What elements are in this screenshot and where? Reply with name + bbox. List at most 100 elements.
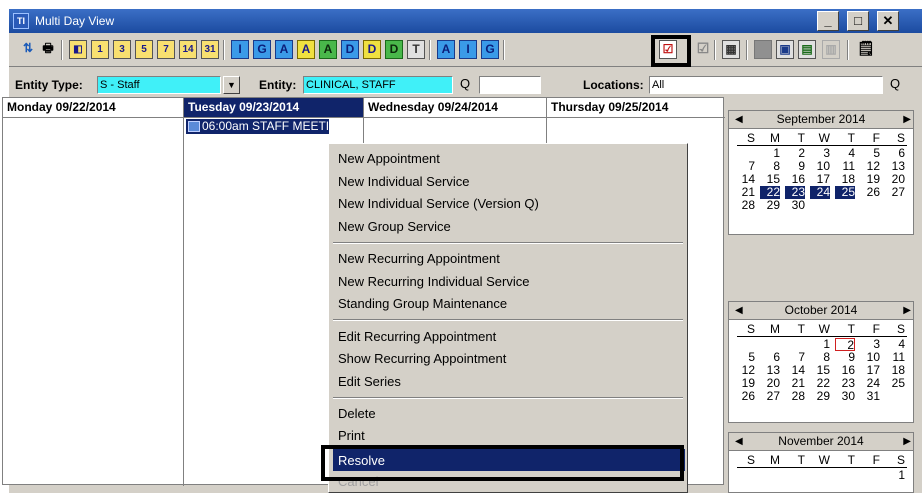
- day-header[interactable]: Wednesday 09/24/2014: [364, 98, 546, 118]
- calendar-day[interactable]: 26: [735, 390, 755, 403]
- locations-label: Locations:: [583, 78, 644, 92]
- calendar-day-icon[interactable]: ◧: [69, 40, 87, 59]
- weekday-label: W: [818, 453, 830, 467]
- calendar-october: ◀ October 2014 ▶ S M T W T F S 1 2 3 4 5 6 7 8 9 10 11 12 1…: [728, 301, 914, 423]
- day-5-icon[interactable]: 5: [135, 40, 153, 59]
- menu-item-edit-recurring-appointment[interactable]: Edit Recurring Appointment: [338, 329, 496, 344]
- menu-item-print[interactable]: Print: [338, 428, 365, 443]
- menu-item-new-recurring-appointment[interactable]: New Recurring Appointment: [338, 251, 500, 266]
- filter-D-yellow-icon[interactable]: D: [363, 40, 381, 59]
- locations-field[interactable]: All: [649, 76, 883, 94]
- filter-G2-icon[interactable]: G: [481, 40, 499, 59]
- day-header-selected[interactable]: Tuesday 09/23/2014: [184, 98, 363, 118]
- calendar-day[interactable]: 24: [810, 186, 830, 199]
- day-header[interactable]: Monday 09/22/2014: [3, 98, 183, 118]
- calendar-day[interactable]: 29: [810, 390, 830, 403]
- entity-extra-field[interactable]: [479, 76, 541, 94]
- entity-type-dropdown-icon[interactable]: ▼: [223, 76, 240, 94]
- blank-icon[interactable]: [754, 40, 772, 59]
- weekday-label: S: [896, 453, 905, 467]
- calendar-day[interactable]: 25: [885, 377, 905, 390]
- disabled-icon[interactable]: ▥: [822, 40, 840, 59]
- entity-label: Entity:: [259, 78, 297, 92]
- minimize-button[interactable]: _: [817, 11, 839, 31]
- print-icon[interactable]: 🖶: [39, 40, 57, 59]
- day-7-icon[interactable]: 7: [157, 40, 175, 59]
- filter-I2-icon[interactable]: I: [459, 40, 477, 59]
- entity-field[interactable]: CLINICAL, STAFF: [303, 76, 453, 94]
- weekday-label: T: [797, 453, 805, 467]
- day-1-icon[interactable]: 1: [91, 40, 109, 59]
- calendar-day[interactable]: 26: [860, 186, 880, 199]
- filter-G-icon[interactable]: G: [253, 40, 271, 59]
- filter-I-icon[interactable]: I: [231, 40, 249, 59]
- day-31-icon[interactable]: 31: [201, 40, 219, 59]
- weekday-label: T: [847, 453, 855, 467]
- toolbar-separator: [714, 40, 716, 60]
- prev-month-icon[interactable]: ◀: [735, 111, 743, 128]
- weekday-label: S: [896, 131, 905, 145]
- next-month-icon[interactable]: ▶: [903, 111, 911, 128]
- weekday-label: S: [746, 453, 755, 467]
- entity-type-field[interactable]: S - Staff: [97, 76, 221, 94]
- prev-month-icon[interactable]: ◀: [735, 433, 743, 450]
- toolbar-separator: [61, 40, 63, 60]
- filter-A-green-icon[interactable]: A: [319, 40, 337, 59]
- locations-search-icon[interactable]: Q: [885, 76, 905, 94]
- calendar-month-label: November 2014: [778, 434, 864, 448]
- filter-T-icon[interactable]: T: [407, 40, 425, 59]
- entity-search-icon[interactable]: Q: [455, 76, 475, 94]
- calendar-day[interactable]: 31: [860, 390, 880, 403]
- weekday-label: S: [746, 131, 755, 145]
- menu-item-new-individual-service[interactable]: New Individual Service: [338, 174, 470, 189]
- calendar-icon[interactable]: ▦: [722, 40, 740, 59]
- filter-D-icon[interactable]: D: [341, 40, 359, 59]
- calendar-day[interactable]: 30: [835, 390, 855, 403]
- calendar-day[interactable]: 27: [760, 390, 780, 403]
- menu-item-new-individual-service-version-q[interactable]: New Individual Service (Version Q): [338, 196, 539, 211]
- menu-item-new-group-service[interactable]: New Group Service: [338, 219, 451, 234]
- calendar-edit-icon[interactable]: ▤: [798, 40, 816, 59]
- calendar-day[interactable]: 30: [785, 199, 805, 212]
- appointment-item[interactable]: 06:00am STAFF MEETIN: [186, 119, 329, 134]
- calendar-day[interactable]: 28: [735, 199, 755, 212]
- toolbar-separator: [746, 40, 748, 60]
- next-month-icon[interactable]: ▶: [903, 302, 911, 319]
- day-3-icon[interactable]: 3: [113, 40, 131, 59]
- weekday-label: T: [847, 131, 855, 145]
- calendar-day[interactable]: 28: [785, 390, 805, 403]
- calendar-day[interactable]: 27: [885, 186, 905, 199]
- menu-item-new-appointment[interactable]: New Appointment: [338, 151, 440, 166]
- context-menu: New Appointment New Individual Service N…: [328, 143, 688, 493]
- checked-box-gray-icon[interactable]: ☑: [694, 40, 712, 59]
- close-button[interactable]: ✕: [877, 11, 899, 31]
- filter-bar: Entity Type: S - Staff ▼ Entity: CLINICA…: [9, 72, 922, 98]
- filter-A-yellow-icon[interactable]: A: [297, 40, 315, 59]
- prev-month-icon[interactable]: ◀: [735, 302, 743, 319]
- maximize-button[interactable]: □: [847, 11, 869, 31]
- calendar-day[interactable]: 29: [760, 199, 780, 212]
- day-header[interactable]: Thursday 09/25/2014: [547, 98, 725, 118]
- weekday-label: F: [872, 453, 880, 467]
- menu-item-standing-group-maintenance[interactable]: Standing Group Maintenance: [338, 296, 507, 311]
- menu-item-edit-series[interactable]: Edit Series: [338, 374, 401, 389]
- appointment-text: 06:00am STAFF MEETIN: [202, 119, 329, 133]
- calendar-day[interactable]: 1: [885, 469, 905, 482]
- calendar-header: ◀ November 2014 ▶: [729, 433, 913, 451]
- filter-D-green-icon[interactable]: D: [385, 40, 403, 59]
- weekday-label: S: [896, 322, 905, 336]
- refresh-icon[interactable]: ⇅: [19, 40, 37, 59]
- calendar-search-icon[interactable]: ▣: [776, 40, 794, 59]
- menu-item-new-recurring-individual-service[interactable]: New Recurring Individual Service: [338, 274, 529, 289]
- day-14-icon[interactable]: 14: [179, 40, 197, 59]
- appointment-icon: [188, 121, 200, 132]
- menu-item-show-recurring-appointment[interactable]: Show Recurring Appointment: [338, 351, 506, 366]
- calendar-day[interactable]: 25: [835, 186, 855, 199]
- day-column-monday[interactable]: Monday 09/22/2014: [3, 98, 184, 486]
- next-month-icon[interactable]: ▶: [903, 433, 911, 450]
- properties-icon[interactable]: 🗒: [857, 40, 875, 59]
- filter-A-icon[interactable]: A: [275, 40, 293, 59]
- checked-box-red-icon[interactable]: ☑: [659, 40, 677, 59]
- filter-A2-icon[interactable]: A: [437, 40, 455, 59]
- menu-item-delete[interactable]: Delete: [338, 406, 376, 421]
